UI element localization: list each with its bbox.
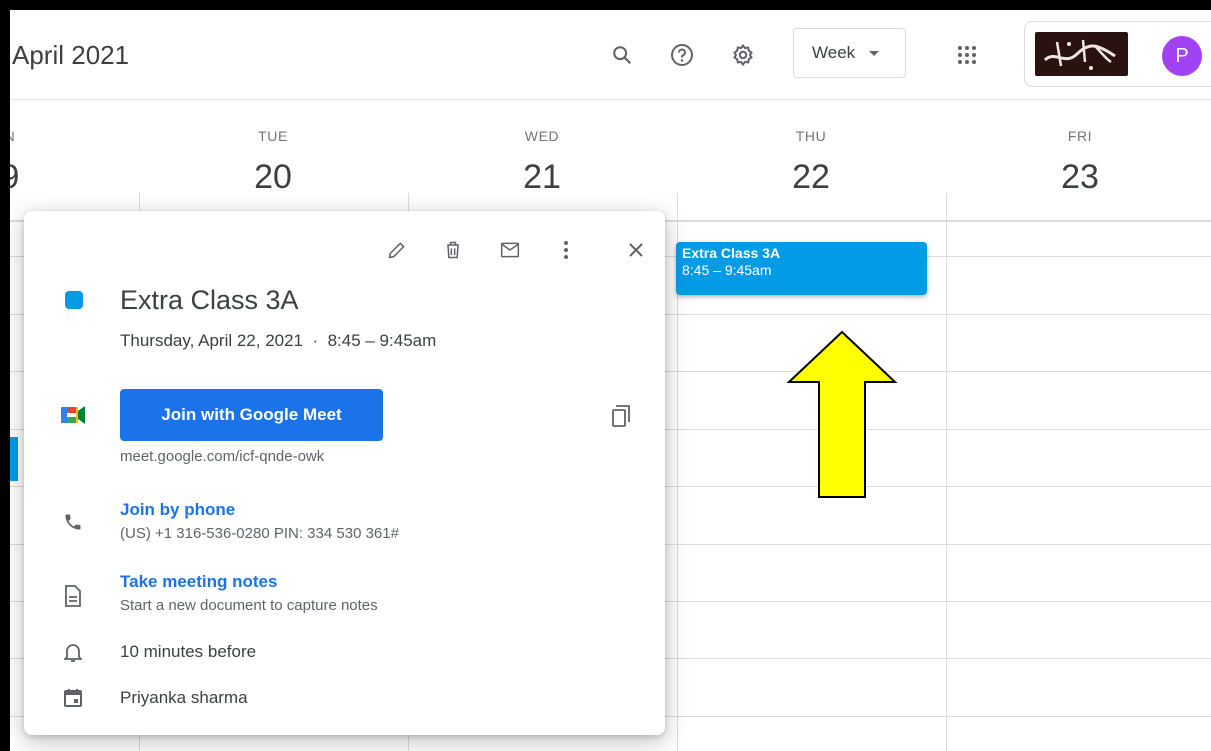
event-color-swatch bbox=[65, 291, 83, 309]
event-chip[interactable]: Extra Class 3A 8:45 – 9:45am bbox=[676, 242, 927, 295]
join-google-meet-button[interactable]: Join with Google Meet bbox=[120, 389, 383, 441]
close-icon[interactable] bbox=[619, 233, 653, 267]
google-meet-icon bbox=[60, 402, 86, 428]
chevron-down-icon bbox=[869, 50, 880, 56]
email-icon[interactable] bbox=[493, 233, 527, 267]
day-number[interactable]: 22 bbox=[677, 158, 945, 197]
apps-grid-icon[interactable] bbox=[950, 38, 984, 72]
phone-details: (US) +1 316-536-0280 PIN: 334 530 361# bbox=[120, 525, 399, 542]
event-date-time: Thursday, April 22, 2021 · 8:45 – 9:45am bbox=[120, 331, 437, 350]
top-bar: April 2021 Week P bbox=[10, 10, 1211, 100]
take-meeting-notes-link[interactable]: Take meeting notes bbox=[120, 572, 277, 592]
day-header-monday[interactable]: N 9 bbox=[10, 100, 144, 220]
day-header-tuesday[interactable]: TUE 20 bbox=[139, 100, 407, 220]
join-by-phone-link[interactable]: Join by phone bbox=[120, 500, 235, 520]
event-chip-time: 8:45 – 9:45am bbox=[682, 262, 772, 278]
avatar[interactable]: P bbox=[1162, 36, 1202, 76]
day-number[interactable]: 21 bbox=[408, 158, 676, 197]
calendar-window: April 2021 Week P TUE 20 WED 21 THU 22 F… bbox=[10, 10, 1211, 751]
organization-logo bbox=[1035, 32, 1128, 76]
column-divider bbox=[946, 193, 947, 751]
meet-link[interactable]: meet.google.com/icf-qnde-owk bbox=[120, 448, 324, 465]
partial-event-block[interactable] bbox=[10, 437, 18, 481]
copy-icon[interactable] bbox=[604, 399, 638, 433]
day-name: FRI bbox=[1067, 128, 1093, 144]
calendar-owner: Priyanka sharma bbox=[120, 688, 248, 707]
day-name: N bbox=[10, 128, 144, 144]
day-header-thursday[interactable]: THU 22 bbox=[677, 100, 945, 220]
delete-icon[interactable] bbox=[436, 233, 470, 267]
day-header-friday[interactable]: FRI 23 bbox=[946, 100, 1211, 220]
more-options-icon[interactable] bbox=[549, 233, 583, 267]
help-icon[interactable] bbox=[665, 38, 699, 72]
day-name: TUE bbox=[258, 128, 288, 144]
settings-icon[interactable] bbox=[726, 38, 760, 72]
event-chip-title: Extra Class 3A bbox=[682, 245, 781, 261]
bell-icon bbox=[60, 639, 86, 665]
day-number[interactable]: 23 bbox=[946, 158, 1211, 197]
view-selector-label: Week bbox=[812, 43, 856, 62]
day-number[interactable]: 9 bbox=[10, 158, 144, 197]
day-number[interactable]: 20 bbox=[139, 158, 407, 197]
account-area[interactable]: P bbox=[1024, 21, 1211, 87]
event-title: Extra Class 3A bbox=[120, 285, 299, 315]
document-icon bbox=[60, 583, 86, 609]
view-selector[interactable]: Week bbox=[793, 28, 906, 78]
edit-icon[interactable] bbox=[380, 233, 414, 267]
reminder-text: 10 minutes before bbox=[120, 642, 257, 661]
day-name: THU bbox=[795, 128, 827, 144]
month-title: April 2021 bbox=[12, 40, 130, 70]
event-details-popup: Extra Class 3A Thursday, April 22, 2021 … bbox=[24, 211, 665, 735]
day-header-wednesday[interactable]: WED 21 bbox=[408, 100, 676, 220]
day-name: WED bbox=[524, 128, 560, 144]
up-arrow-annotation bbox=[786, 330, 898, 498]
search-icon[interactable] bbox=[605, 38, 639, 72]
phone-icon bbox=[60, 509, 86, 535]
calendar-icon bbox=[60, 685, 86, 711]
meeting-notes-description: Start a new document to capture notes bbox=[120, 597, 378, 614]
